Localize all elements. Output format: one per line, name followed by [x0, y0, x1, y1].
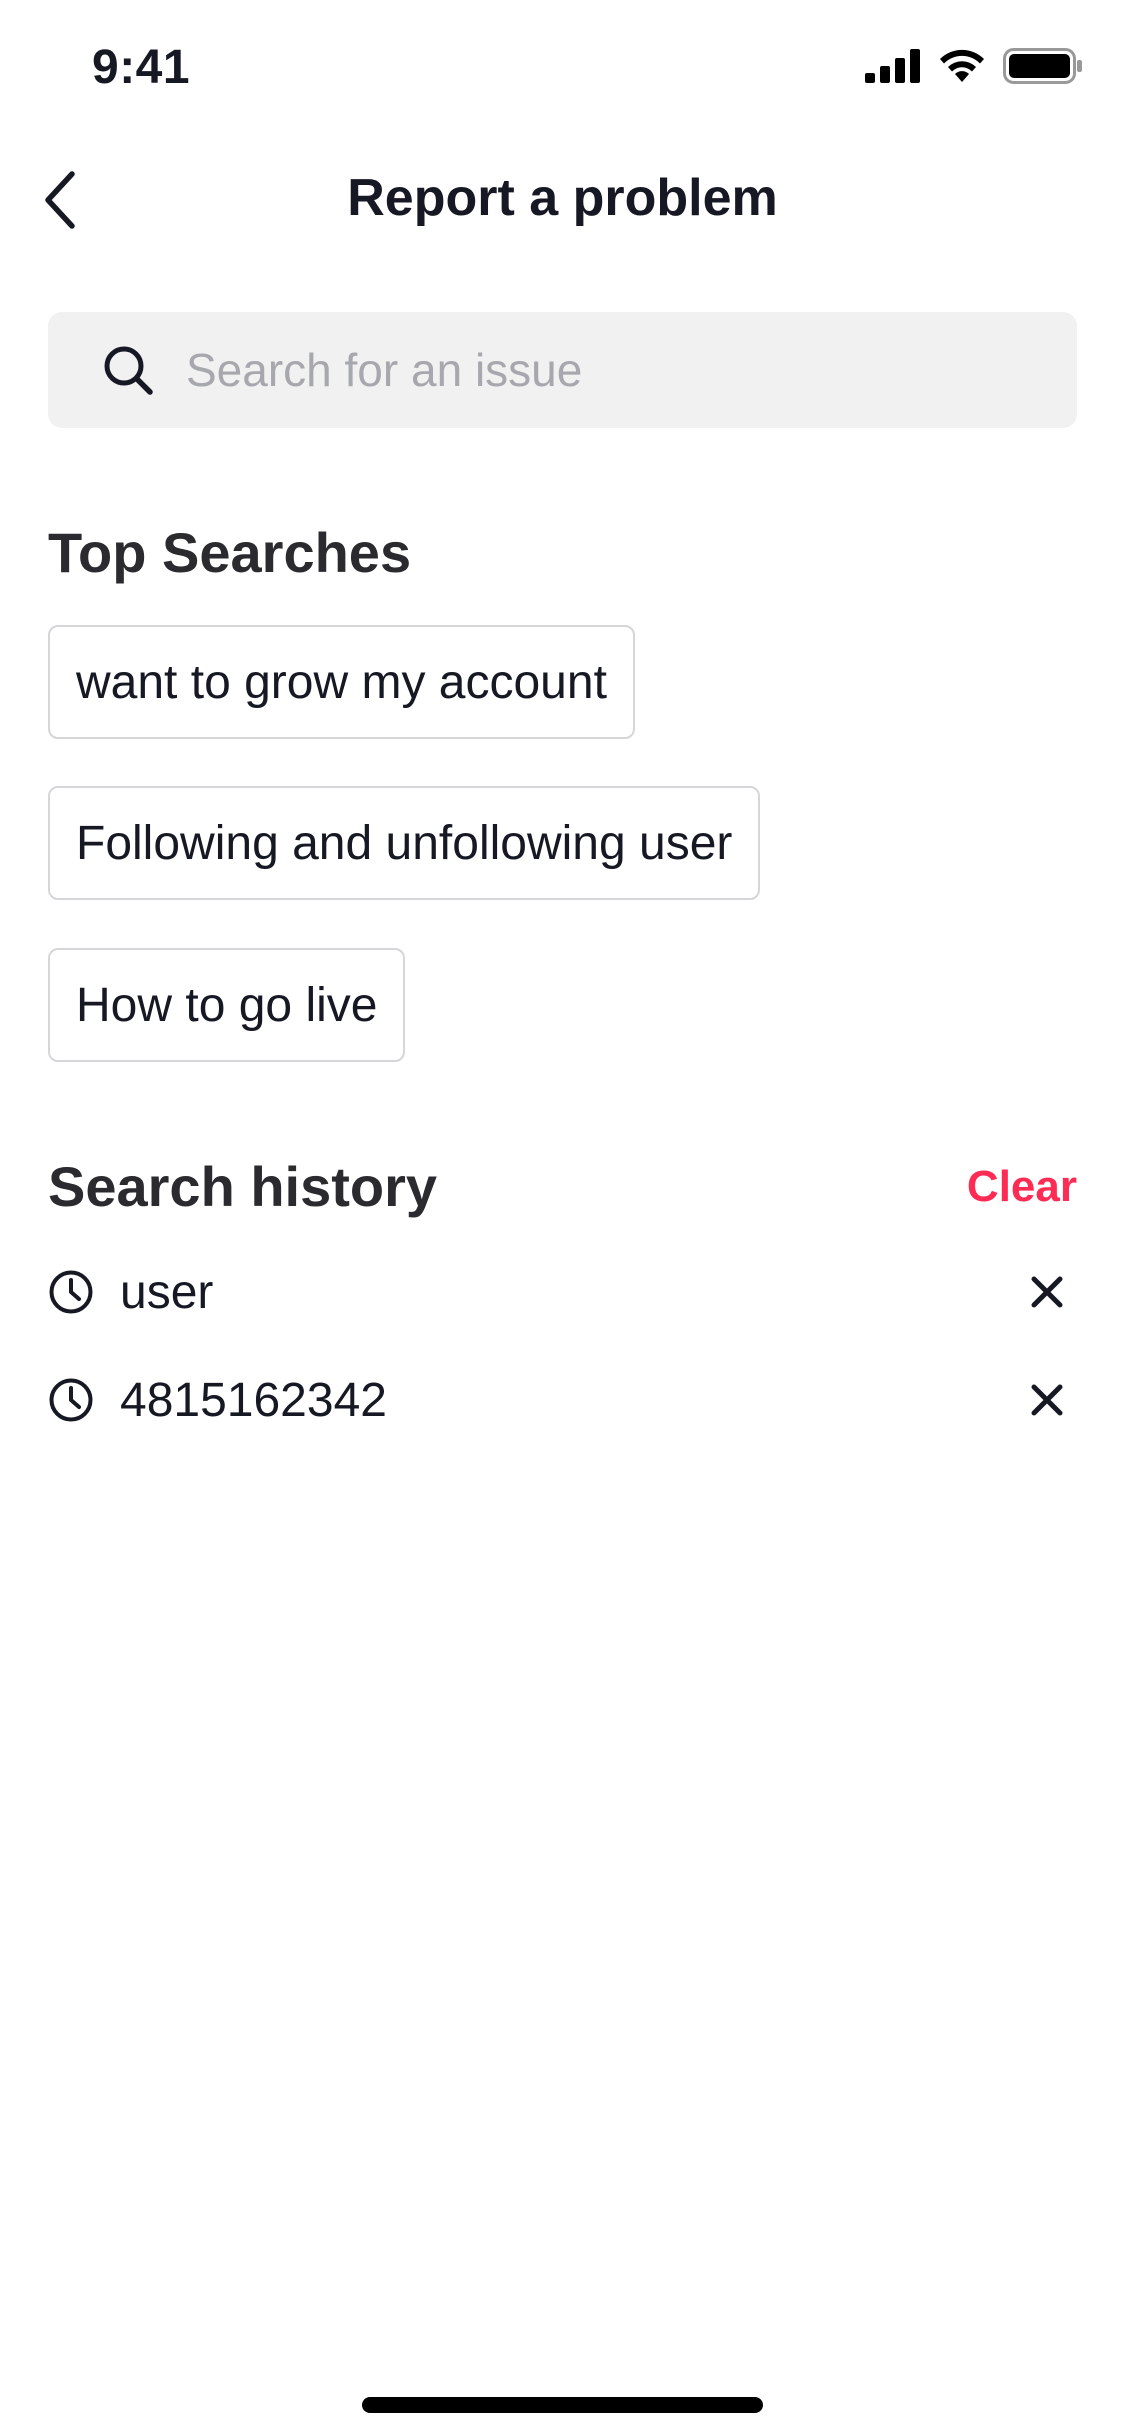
close-icon	[1031, 1276, 1063, 1308]
history-item[interactable]: 4815162342	[48, 1360, 1077, 1440]
search-bar[interactable]	[48, 312, 1077, 428]
remove-history-button[interactable]	[1017, 1370, 1077, 1430]
report-problem-screen: 9:41 Report a problem Search for an issu…	[0, 0, 1125, 2436]
search-input[interactable]	[186, 343, 1006, 397]
search-history-title: Search history	[48, 1155, 438, 1218]
clock-icon	[49, 1270, 93, 1314]
top-search-chip[interactable]: want to grow my account	[48, 625, 635, 739]
status-icons	[865, 48, 1083, 84]
top-search-chip[interactable]: Following and unfollowing user	[48, 786, 761, 900]
remove-history-button[interactable]	[1017, 1262, 1077, 1322]
history-item-text: 4815162342	[120, 1373, 387, 1427]
top-search-chip[interactable]: How to go live	[48, 948, 406, 1062]
cellular-signal-icon	[865, 49, 920, 83]
clock-icon	[49, 1378, 93, 1422]
wifi-icon	[940, 49, 984, 82]
clear-history-button[interactable]: Clear	[967, 1162, 1077, 1212]
top-searches-title: Top Searches	[48, 521, 412, 584]
page-title: Report a problem	[347, 169, 778, 227]
history-item-text: user	[120, 1265, 214, 1319]
home-indicator[interactable]	[362, 2397, 763, 2413]
close-icon	[1031, 1384, 1063, 1416]
status-time: 9:41	[92, 41, 191, 94]
search-icon	[104, 346, 153, 395]
history-item[interactable]: user	[48, 1252, 1077, 1332]
battery-icon	[1003, 48, 1082, 84]
